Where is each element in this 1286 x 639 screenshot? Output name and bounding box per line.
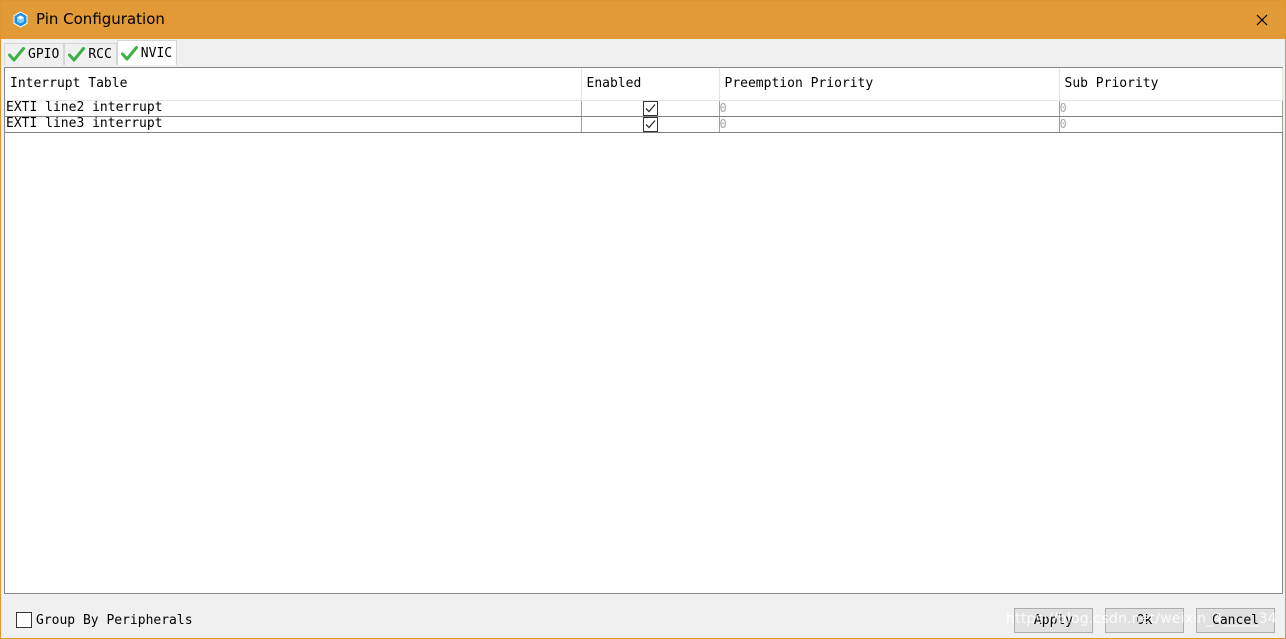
enabled-cell xyxy=(581,100,720,117)
column-header-sub-priority[interactable]: Sub Priority xyxy=(1059,68,1283,101)
tab-label: NVIC xyxy=(140,45,173,61)
table-header-row: Interrupt Table Enabled Preemption Prior… xyxy=(5,68,1283,101)
green-check-icon xyxy=(8,47,25,62)
column-header-interrupt-table[interactable]: Interrupt Table xyxy=(5,68,582,101)
enabled-checkbox[interactable] xyxy=(642,100,658,115)
green-check-icon xyxy=(68,47,86,62)
table-row[interactable]: EXTI line3 interrupt 0 0 xyxy=(5,116,1283,133)
tab-label: RCC xyxy=(88,47,112,62)
checkmark-icon xyxy=(645,119,655,128)
interrupt-table: Interrupt Table Enabled Preemption Prior… xyxy=(5,68,1283,133)
column-header-preemption-priority[interactable]: Preemption Priority xyxy=(719,68,1060,101)
sub-priority-value[interactable]: 0 xyxy=(1059,116,1283,133)
tab-bar: GPIO RCC NVIC xyxy=(4,40,178,65)
table-row[interactable]: EXTI line2 interrupt 0 0 xyxy=(5,100,1283,117)
group-by-peripherals-checkbox[interactable]: Group By Peripherals xyxy=(16,612,193,628)
checkbox-box[interactable] xyxy=(16,612,32,628)
interrupt-name: EXTI line3 interrupt xyxy=(5,116,582,133)
cancel-button[interactable]: Cancel xyxy=(1196,608,1275,633)
tab-gpio[interactable]: GPIO xyxy=(4,43,65,65)
column-header-enabled[interactable]: Enabled xyxy=(581,68,720,101)
apply-button[interactable]: Apply xyxy=(1014,608,1093,633)
interrupt-name: EXTI line2 interrupt xyxy=(5,100,582,117)
sub-priority-value[interactable]: 0 xyxy=(1059,100,1283,117)
tab-nvic[interactable]: NVIC xyxy=(116,40,178,65)
cube-app-icon xyxy=(13,11,28,28)
close-button[interactable] xyxy=(1239,1,1285,39)
title-bar[interactable]: Pin Configuration xyxy=(1,1,1285,39)
close-icon xyxy=(1256,14,1268,26)
interrupt-table-panel: Interrupt Table Enabled Preemption Prior… xyxy=(4,67,1283,594)
checkmark-icon xyxy=(645,103,655,112)
group-by-peripherals-label: Group By Peripherals xyxy=(36,612,193,628)
preemption-priority-value[interactable]: 0 xyxy=(719,116,1060,133)
tab-rcc[interactable]: RCC xyxy=(64,43,117,65)
pin-configuration-dialog: Pin Configuration GPIO RCC NVIC Interrup… xyxy=(0,0,1286,639)
green-check-icon xyxy=(120,45,138,60)
tab-label: GPIO xyxy=(28,47,60,62)
ok-button[interactable]: Ok xyxy=(1105,608,1184,633)
window-title: Pin Configuration xyxy=(36,10,165,28)
preemption-priority-value[interactable]: 0 xyxy=(719,100,1060,117)
enabled-checkbox[interactable] xyxy=(642,116,658,131)
enabled-cell xyxy=(581,116,720,133)
